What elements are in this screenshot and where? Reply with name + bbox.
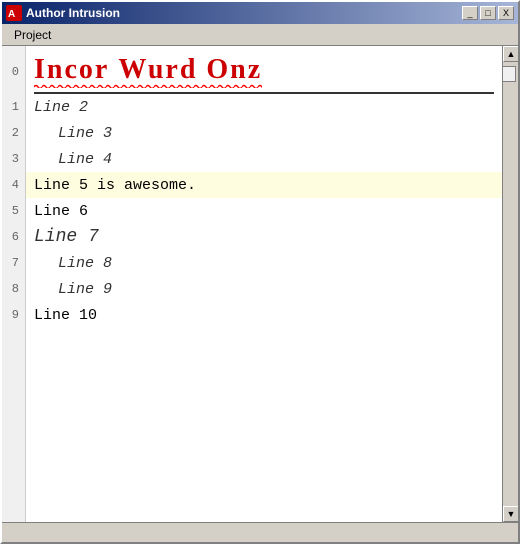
linenum-5: 5	[8, 198, 19, 224]
line-3-text: Line 4	[34, 151, 112, 168]
scroll-track[interactable]	[503, 62, 518, 506]
main-area: 0 1 2 3 4 5 6 7 8 9 Incor Wurd Onz	[2, 46, 518, 522]
editor-area: 0 1 2 3 4 5 6 7 8 9 Incor Wurd Onz	[2, 46, 518, 522]
line-2: Line 3	[26, 120, 502, 146]
line-4-text: Line 5 is awesome.	[34, 177, 196, 194]
line-9-text: Line 10	[34, 307, 97, 324]
line-8: Line 9	[26, 276, 502, 302]
line-6: Line 7	[26, 224, 502, 250]
line-9: Line 10	[26, 302, 502, 328]
line-0-text: Incor Wurd Onz	[34, 54, 262, 86]
main-window: A Author Intrusion _ □ X Project 0 1 2 3…	[0, 0, 520, 544]
scroll-down-button[interactable]: ▼	[503, 506, 518, 522]
linenum-0: 0	[8, 50, 19, 94]
linenum-4: 4	[8, 172, 19, 198]
line-1: Line 2	[26, 94, 502, 120]
menu-bar: Project	[2, 24, 518, 46]
app-icon: A	[6, 5, 22, 21]
menu-project[interactable]: Project	[6, 26, 59, 44]
line-numbers: 0 1 2 3 4 5 6 7 8 9	[2, 46, 26, 522]
text-editor[interactable]: Incor Wurd Onz Line 2 Line 3 Line 4	[26, 46, 502, 522]
scroll-thumb[interactable]	[502, 66, 516, 82]
window-title: Author Intrusion	[26, 6, 462, 20]
linenum-8: 8	[8, 276, 19, 302]
linenum-6: 6	[8, 224, 19, 250]
line-2-text: Line 3	[34, 125, 112, 142]
linenum-9: 9	[8, 302, 19, 328]
line-3: Line 4	[26, 146, 502, 172]
linenum-7: 7	[8, 250, 19, 276]
line-6-text: Line 7	[34, 227, 99, 247]
line-5-text: Line 6	[34, 203, 88, 220]
scroll-up-button[interactable]: ▲	[503, 46, 518, 62]
status-bar	[2, 522, 518, 542]
line-8-text: Line 9	[34, 281, 112, 298]
line-4: Line 5 is awesome.	[26, 172, 502, 198]
linenum-1: 1	[8, 94, 19, 120]
title-bar: A Author Intrusion _ □ X	[2, 2, 518, 24]
maximize-button[interactable]: □	[480, 6, 496, 20]
linenum-2: 2	[8, 120, 19, 146]
minimize-button[interactable]: _	[462, 6, 478, 20]
svg-text:A: A	[8, 9, 15, 20]
line-1-text: Line 2	[34, 99, 88, 116]
line-5: Line 6	[26, 198, 502, 224]
window-controls: _ □ X	[462, 6, 514, 20]
line-7: Line 8	[26, 250, 502, 276]
close-button[interactable]: X	[498, 6, 514, 20]
linenum-3: 3	[8, 146, 19, 172]
vertical-scrollbar[interactable]: ▲ ▼	[502, 46, 518, 522]
line-0: Incor Wurd Onz	[26, 50, 502, 94]
line-7-text: Line 8	[34, 255, 112, 272]
